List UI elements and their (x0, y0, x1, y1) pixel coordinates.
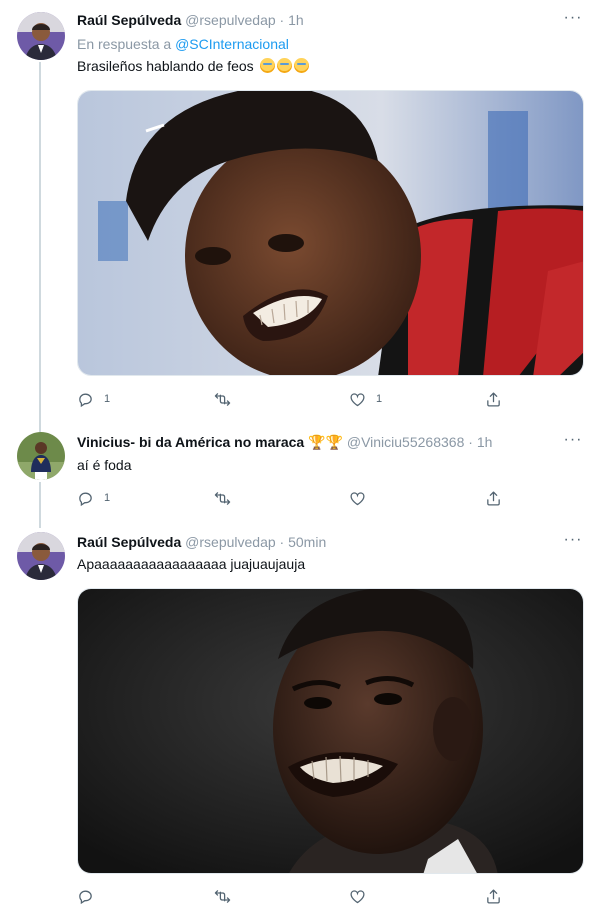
tears-of-joy-emoji-icon (259, 58, 275, 73)
share-icon (485, 391, 502, 408)
reply-count: 1 (104, 393, 111, 405)
tweet-photo[interactable] (77, 588, 584, 874)
tweet-header: Raúl Sepúlveda @rsepulvedap · 50min (77, 532, 560, 552)
share-button[interactable] (485, 886, 502, 906)
retweet-button[interactable] (214, 389, 241, 409)
user-handle[interactable]: @rsepulvedap (185, 534, 276, 550)
tweet-text-content: Brasileños hablando de feos (77, 58, 254, 74)
more-options-icon[interactable]: ··· (562, 532, 584, 554)
reply-context: En respuesta a @SCInternacional (77, 34, 289, 54)
tweet-actions (77, 886, 517, 906)
share-button[interactable] (485, 389, 502, 409)
retweet-button[interactable] (214, 886, 241, 906)
retweet-icon (214, 888, 231, 905)
timestamp[interactable]: 50min (288, 534, 326, 550)
share-icon (485, 490, 502, 507)
share-icon (485, 888, 502, 905)
tweet-text: Brasileños hablando de feos (77, 56, 580, 76)
like-count: 1 (376, 393, 383, 405)
more-options-icon[interactable]: ··· (562, 10, 584, 32)
timestamp[interactable]: 1h (288, 12, 304, 28)
retweet-button[interactable] (214, 488, 241, 508)
tweet-header: Raúl Sepúlveda @rsepulvedap · 1h (77, 10, 560, 30)
display-name[interactable]: Raúl Sepúlveda (77, 534, 181, 550)
trophy-icon: 🏆🏆 (308, 434, 343, 450)
timestamp[interactable]: 1h (477, 434, 493, 450)
tweet-actions: 1 (77, 488, 517, 508)
tweet-2[interactable]: Vinicius- bi da América no maraca 🏆🏆 @Vi… (0, 420, 600, 528)
separator: · (279, 12, 285, 28)
reply-prefix: En respuesta a (77, 36, 172, 52)
smiling-footballer-photo-icon (78, 91, 583, 375)
tweet-1[interactable]: Raúl Sepúlveda @rsepulvedap · 1h ··· En … (0, 0, 600, 432)
like-button[interactable] (349, 886, 376, 906)
separator: · (279, 534, 285, 550)
user-handle[interactable]: @rsepulvedap (185, 12, 276, 28)
avatar[interactable] (17, 532, 65, 580)
reply-icon (77, 391, 94, 408)
thread-line (39, 62, 41, 432)
user-handle[interactable]: @Viniciu55268368 (347, 434, 465, 450)
heart-icon (349, 391, 366, 408)
reply-button[interactable]: 1 (77, 488, 110, 508)
retweet-icon (214, 490, 231, 507)
tweet-text: aí é foda (77, 457, 132, 473)
tweet-3[interactable]: Raúl Sepúlveda @rsepulvedap · 50min ··· … (0, 520, 600, 924)
reply-count: 1 (104, 492, 111, 504)
like-button[interactable]: 1 (349, 389, 382, 409)
reply-mention-link[interactable]: @SCInternacional (175, 36, 289, 52)
display-name[interactable]: Vinicius- bi da América no maraca (77, 434, 304, 450)
separator: · (468, 434, 473, 450)
avatar[interactable] (17, 432, 65, 480)
avatar[interactable] (17, 12, 65, 60)
tears-of-joy-emoji-icon (293, 58, 309, 73)
tweet-photo[interactable] (77, 90, 584, 376)
more-options-icon[interactable]: ··· (562, 432, 584, 454)
tweet-header: Vinicius- bi da América no maraca 🏆🏆 @Vi… (77, 432, 560, 452)
grimacing-footballer-photo-icon (78, 589, 583, 873)
reply-button[interactable]: 1 (77, 389, 110, 409)
tears-of-joy-emoji-icon (276, 58, 292, 73)
tweet-text: Apaaaaaaaaaaaaaaaaa juajuaujauja (77, 556, 306, 572)
heart-icon (349, 888, 366, 905)
reply-icon (77, 490, 94, 507)
retweet-icon (214, 391, 231, 408)
share-button[interactable] (485, 488, 502, 508)
reply-button[interactable] (77, 886, 104, 906)
tweet-actions: 1 1 (77, 389, 517, 409)
heart-icon (349, 490, 366, 507)
like-button[interactable] (349, 488, 376, 508)
reply-icon (77, 888, 94, 905)
display-name[interactable]: Raúl Sepúlveda (77, 12, 181, 28)
